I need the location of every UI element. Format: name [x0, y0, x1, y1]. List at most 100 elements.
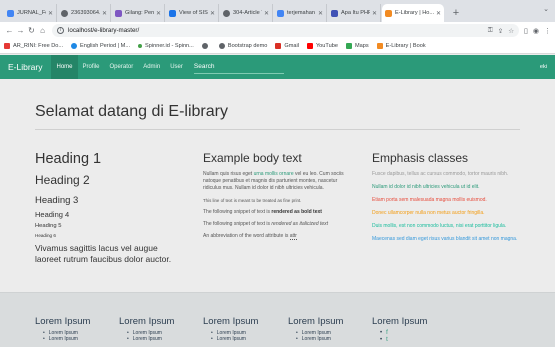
bookmark-item[interactable]: English Period | M... [71, 43, 130, 49]
bookmark-item[interactable]: Gmail [275, 43, 299, 49]
favicon-icon [223, 9, 230, 17]
text-muted: Fusce dapibus, tellus ac cursus commodo,… [372, 171, 509, 177]
browser-tab[interactable]: 236393064...✕ [58, 4, 111, 22]
maps-icon [345, 43, 352, 49]
footer-link[interactable]: Lorem Ipsum [296, 336, 368, 342]
footer-column: Lorem Ipsum f t [372, 316, 452, 344]
footer-column: Lorem Ipsum Lorem Ipsum Lorem Ipsum [203, 316, 283, 342]
nav-profile[interactable]: Profile [78, 55, 105, 79]
close-tab-icon[interactable]: ✕ [372, 10, 377, 17]
url-input[interactable]: i localhost/e-library-master/ ⚿ ⇪ ☆ [52, 24, 520, 37]
favicon-icon [115, 9, 122, 17]
favicon-icon [7, 9, 14, 17]
youtube-icon [306, 43, 313, 49]
star-icon[interactable]: ☆ [508, 27, 514, 35]
footer-column: Lorem Ipsum Lorem Ipsum Lorem Ipsum [35, 316, 115, 342]
browser-tab[interactable]: View of SISTE...✕ [166, 4, 219, 22]
browser-tab-active[interactable]: E-Library | Ho... ✕ [382, 4, 444, 22]
browser-tab-strip: JURNAL_Fo...✕ 236393064...✕ Gilang: Peng… [0, 0, 555, 22]
nav-home[interactable]: Home [51, 55, 78, 79]
close-tab-icon[interactable]: ✕ [48, 10, 53, 17]
inline-link[interactable]: urna mollis ornare [254, 171, 294, 177]
heading-1: Heading 1 [35, 151, 102, 167]
nav-operator[interactable]: Operator [105, 55, 139, 79]
share-icon[interactable]: ⇪ [498, 27, 503, 35]
app-navbar: E-Library Home Profile Operator Admin Us… [0, 55, 555, 79]
footer-link[interactable]: Lorem Ipsum [127, 336, 199, 342]
page-title: Selamat datang di E-library [35, 103, 228, 120]
bookmark-item[interactable]: YouTube [306, 43, 338, 49]
bookmark-item[interactable]: Bootstrap demo [218, 43, 267, 49]
forward-arrow-icon[interactable]: → [15, 26, 26, 35]
footer-column: Lorem Ipsum Lorem Ipsum Lorem Ipsum [119, 316, 199, 342]
text-primary: Nullam id dolor id nibh ultricies vehicu… [372, 184, 480, 190]
bookmark-icon [71, 43, 78, 49]
footer-title: Lorem Ipsum [372, 316, 428, 327]
text-success: Duis mollis, est non commodo luctus, nis… [372, 223, 507, 229]
profile-avatar-icon[interactable]: ◉ [533, 27, 539, 35]
bookmark-item[interactable] [201, 43, 211, 49]
heading-4: Heading 4 [35, 210, 70, 219]
body-text-column: Example body text Nullam quis risus eget… [203, 151, 353, 245]
bookmark-icon [4, 43, 10, 49]
footer-link[interactable]: Lorem Ipsum [43, 336, 115, 342]
close-tab-icon[interactable]: ✕ [210, 10, 215, 17]
lead-text: Vivamus sagittis lacus vel augue laoreet… [35, 243, 172, 264]
reload-icon[interactable]: ↻ [26, 26, 37, 35]
heading-2: Heading 2 [35, 173, 90, 187]
text-danger: Etiam porta sem malesuada magna mollis e… [372, 197, 487, 203]
headings-column: Heading 1 Heading 2 Heading 3 Heading 4 … [35, 151, 185, 265]
browser-tab[interactable]: Apa Itu PHP? ...✕ [328, 4, 381, 22]
browser-tab[interactable]: terjemahan - ...✕ [274, 4, 327, 22]
heading-5: Heading 5 [35, 223, 62, 229]
bold-paragraph: The following snippet of text is rendere… [203, 209, 322, 215]
brand-link[interactable]: E-Library [8, 62, 42, 72]
facebook-icon[interactable]: f [380, 330, 452, 337]
close-tab-icon[interactable]: ✕ [102, 10, 107, 17]
favicon-icon [61, 9, 68, 17]
text-warning: Donec ullamcorper nulla non metus auctor… [372, 210, 485, 216]
italic-paragraph: The following snippet of text is rendere… [203, 221, 329, 227]
heading-3: Heading 3 [35, 195, 79, 206]
search-input[interactable]: Search [193, 60, 284, 74]
browser-tab[interactable]: Gilang: Peng...✕ [112, 4, 165, 22]
sidebar-panel-icon[interactable]: ▯ [524, 27, 528, 35]
bookmark-item[interactable]: AR_RINI: Free Do... [4, 43, 63, 49]
heading-6: Heading 6 [35, 233, 56, 238]
footer-title: Lorem Ipsum [35, 316, 91, 327]
bookmark-item[interactable]: Maps [345, 43, 369, 49]
footer-link[interactable]: Lorem Ipsum [211, 336, 283, 342]
close-tab-icon[interactable]: ✕ [436, 10, 441, 17]
fine-print: This line of text is meant to be treated… [203, 198, 302, 203]
text-info: Maecenas sed diam eget risus varius blan… [372, 236, 518, 242]
url-text: localhost/e-library-master/ [68, 27, 140, 34]
user-menu[interactable]: eki [540, 64, 547, 70]
bookmark-item[interactable]: E-Library | Book [376, 43, 426, 49]
divider [35, 129, 520, 130]
info-icon[interactable]: i [57, 27, 64, 34]
close-tab-icon[interactable]: ✕ [318, 10, 323, 17]
abbr-paragraph: An abbreviation of the word attribute is… [203, 233, 297, 240]
twitter-icon[interactable]: t [380, 337, 452, 344]
nav-user[interactable]: User [165, 55, 188, 79]
abbreviation[interactable]: attr [289, 233, 297, 240]
back-arrow-icon[interactable]: ← [4, 26, 15, 35]
close-tab-icon[interactable]: ✕ [264, 10, 269, 17]
new-tab-button[interactable]: + [449, 6, 463, 20]
browser-tab[interactable]: JURNAL_Fo...✕ [4, 4, 57, 22]
globe-icon [201, 43, 208, 49]
close-tab-icon[interactable]: ✕ [156, 10, 161, 17]
emphasis-title: Emphasis classes [372, 151, 469, 165]
favicon-icon [385, 9, 392, 17]
body-paragraph: Nullam quis risus eget urna mollis ornar… [203, 171, 344, 191]
nav-admin[interactable]: Admin [138, 55, 165, 79]
browser-tab[interactable]: 304-Article Te...✕ [220, 4, 273, 22]
bookmark-item[interactable]: Spinner.id - Spinn... [138, 43, 194, 49]
home-icon[interactable]: ⌂ [37, 26, 48, 35]
menu-dots-icon[interactable]: ⋮ [544, 27, 551, 35]
chevron-down-icon[interactable]: ⌄ [543, 5, 549, 13]
footer: Lorem Ipsum Lorem Ipsum Lorem Ipsum Lore… [0, 292, 555, 347]
key-icon[interactable]: ⚿ [488, 27, 493, 35]
emphasis-column: Emphasis classes Fusce dapibus, tellus a… [372, 151, 522, 249]
bold-text: rendered as bold text [271, 209, 322, 215]
